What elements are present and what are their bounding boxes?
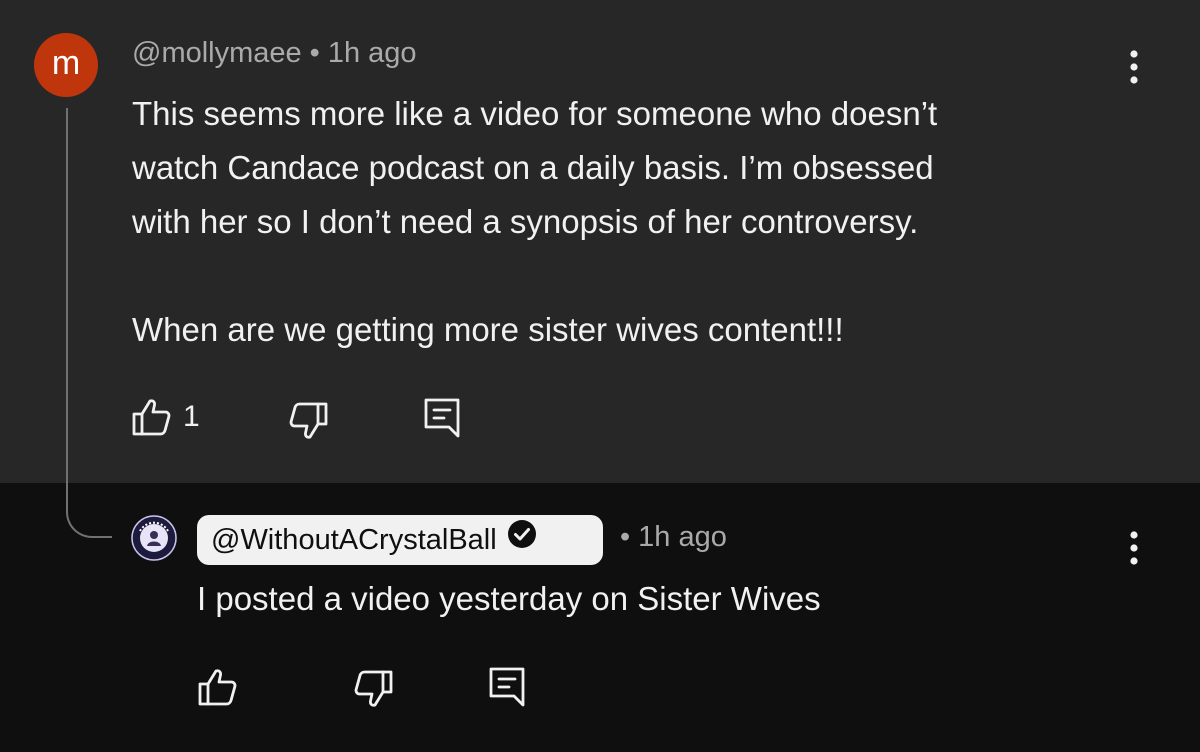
channel-handle-chip[interactable]: @WithoutACrystalBall xyxy=(197,515,603,565)
crystal-ball-logo-icon xyxy=(131,515,177,561)
thread-connector-line xyxy=(66,108,112,538)
dislike-button[interactable] xyxy=(287,400,329,442)
reply-meta: • 1h ago xyxy=(612,521,727,554)
avatar-initial: m xyxy=(51,44,81,82)
reply-reply-button[interactable] xyxy=(488,666,528,708)
reply-dislike-button[interactable] xyxy=(352,668,394,710)
reply-author-handle: @WithoutACrystalBall xyxy=(211,524,497,556)
reply-button[interactable] xyxy=(423,397,463,439)
reply-more-options-icon[interactable] xyxy=(1122,528,1146,568)
more-options-icon[interactable] xyxy=(1122,47,1146,87)
thumbs-up-icon xyxy=(197,666,239,708)
thumbs-down-icon xyxy=(352,668,394,710)
verified-check-icon xyxy=(507,515,537,565)
comment-meta: @mollymaee • 1h ago xyxy=(132,37,417,70)
avatar[interactable] xyxy=(131,515,177,561)
author-handle[interactable]: @mollymaee xyxy=(132,37,302,69)
comment-text: This seems more like a video for someone… xyxy=(132,95,938,348)
reply-like-button[interactable] xyxy=(197,666,239,708)
thumbs-up-icon xyxy=(131,396,173,438)
comment-reply-icon xyxy=(488,666,528,708)
reply-text: I posted a video yesterday on Sister Wiv… xyxy=(197,580,821,617)
avatar[interactable]: m xyxy=(34,33,98,97)
meta-separator: • xyxy=(620,521,631,553)
meta-separator: • xyxy=(309,37,320,69)
like-button[interactable]: 1 xyxy=(131,396,200,438)
thumbs-down-icon xyxy=(287,400,329,442)
reply-timestamp[interactable]: 1h ago xyxy=(638,521,727,553)
comment-reply-icon xyxy=(423,397,463,439)
like-count: 1 xyxy=(183,400,200,433)
comment-timestamp[interactable]: 1h ago xyxy=(328,37,417,69)
